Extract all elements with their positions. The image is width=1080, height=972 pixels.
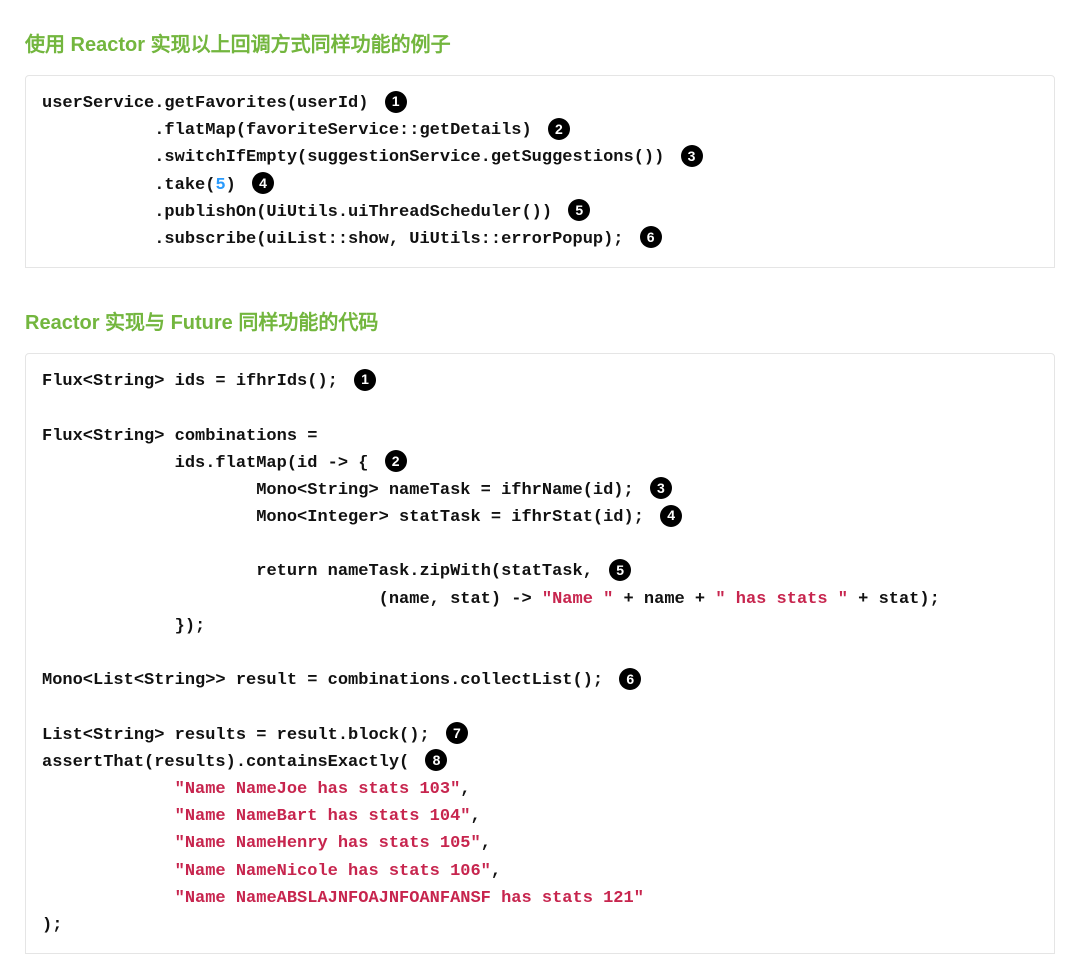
code-line: Mono<String> nameTask = ifhrName(id); — [42, 481, 644, 500]
code-text: (name, stat) -> — [42, 590, 542, 609]
string-literal: "Name NameJoe has stats 103" — [175, 780, 461, 799]
annotation-badge-3: 3 — [650, 477, 672, 499]
string-literal: "Name NameHenry has stats 105" — [175, 834, 481, 853]
annotation-badge-3: 3 — [681, 145, 703, 167]
annotation-badge-1: 1 — [385, 91, 407, 113]
annotation-badge-6: 6 — [619, 668, 641, 690]
annotation-badge-7: 7 — [446, 722, 468, 744]
annotation-badge-8: 8 — [425, 749, 447, 771]
annotation-badge-2: 2 — [385, 450, 407, 472]
code-line: Flux<String> ids = ifhrIds(); — [42, 372, 348, 391]
section-2: Reactor 实现与 Future 同样功能的代码 Flux<String> … — [25, 306, 1055, 954]
code-text: , — [481, 834, 491, 853]
code-line: .subscribe(uiList::show, UiUtils::errorP… — [42, 230, 634, 249]
string-literal: "Name NameABSLAJNFOAJNFOANFANSF has stat… — [175, 889, 644, 908]
string-literal: "Name " — [542, 590, 613, 609]
number-literal: 5 — [215, 176, 225, 195]
code-text: , — [491, 862, 501, 881]
code-text: + name + — [613, 590, 715, 609]
code-line: .flatMap(favoriteService::getDetails) — [42, 121, 542, 140]
code-line: .take( — [42, 176, 215, 195]
section-1: 使用 Reactor 实现以上回调方式同样功能的例子 userService.g… — [25, 28, 1055, 268]
annotation-badge-5: 5 — [568, 199, 590, 221]
code-line: assertThat(results).containsExactly( — [42, 753, 419, 772]
annotation-badge-4: 4 — [252, 172, 274, 194]
keyword-return: return — [256, 562, 317, 581]
code-text: , — [470, 807, 480, 826]
code-line: ids.flatMap(id -> { — [42, 454, 379, 473]
annotation-badge-6: 6 — [640, 226, 662, 248]
code-text: , — [460, 780, 470, 799]
string-literal: "Name NameNicole has stats 106" — [175, 862, 491, 881]
section-1-title: 使用 Reactor 实现以上回调方式同样功能的例子 — [25, 28, 1055, 57]
annotation-badge-5: 5 — [609, 559, 631, 581]
code-line: Flux<String> combinations = — [42, 427, 317, 446]
code-text — [42, 834, 175, 853]
code-line: }); — [42, 617, 205, 636]
annotation-badge-4: 4 — [660, 505, 682, 527]
annotation-badge-2: 2 — [548, 118, 570, 140]
string-literal: "Name NameBart has stats 104" — [175, 807, 471, 826]
code-block-2: Flux<String> ids = ifhrIds(); 1 Flux<Str… — [25, 353, 1055, 954]
string-literal: " has stats " — [715, 590, 848, 609]
code-text — [42, 780, 175, 799]
code-text — [42, 889, 175, 908]
code-text — [42, 562, 256, 581]
code-line: .switchIfEmpty(suggestionService.getSugg… — [42, 148, 675, 167]
code-line: .publishOn(UiUtils.uiThreadScheduler()) — [42, 203, 562, 222]
code-text — [42, 862, 175, 881]
code-line: userService.getFavorites(userId) — [42, 94, 379, 113]
code-line: Mono<List<String>> result = combinations… — [42, 671, 613, 690]
code-line: ); — [42, 916, 62, 935]
code-text — [42, 807, 175, 826]
code-text: nameTask.zipWith(statTask, — [317, 562, 603, 581]
code-line: Mono<Integer> statTask = ifhrStat(id); — [42, 508, 654, 527]
code-text: + stat); — [848, 590, 940, 609]
section-2-title: Reactor 实现与 Future 同样功能的代码 — [25, 306, 1055, 335]
code-line: List<String> results = result.block(); — [42, 726, 440, 745]
code-text: ) — [226, 176, 246, 195]
annotation-badge-1: 1 — [354, 369, 376, 391]
code-block-1: userService.getFavorites(userId) 1 .flat… — [25, 75, 1055, 268]
